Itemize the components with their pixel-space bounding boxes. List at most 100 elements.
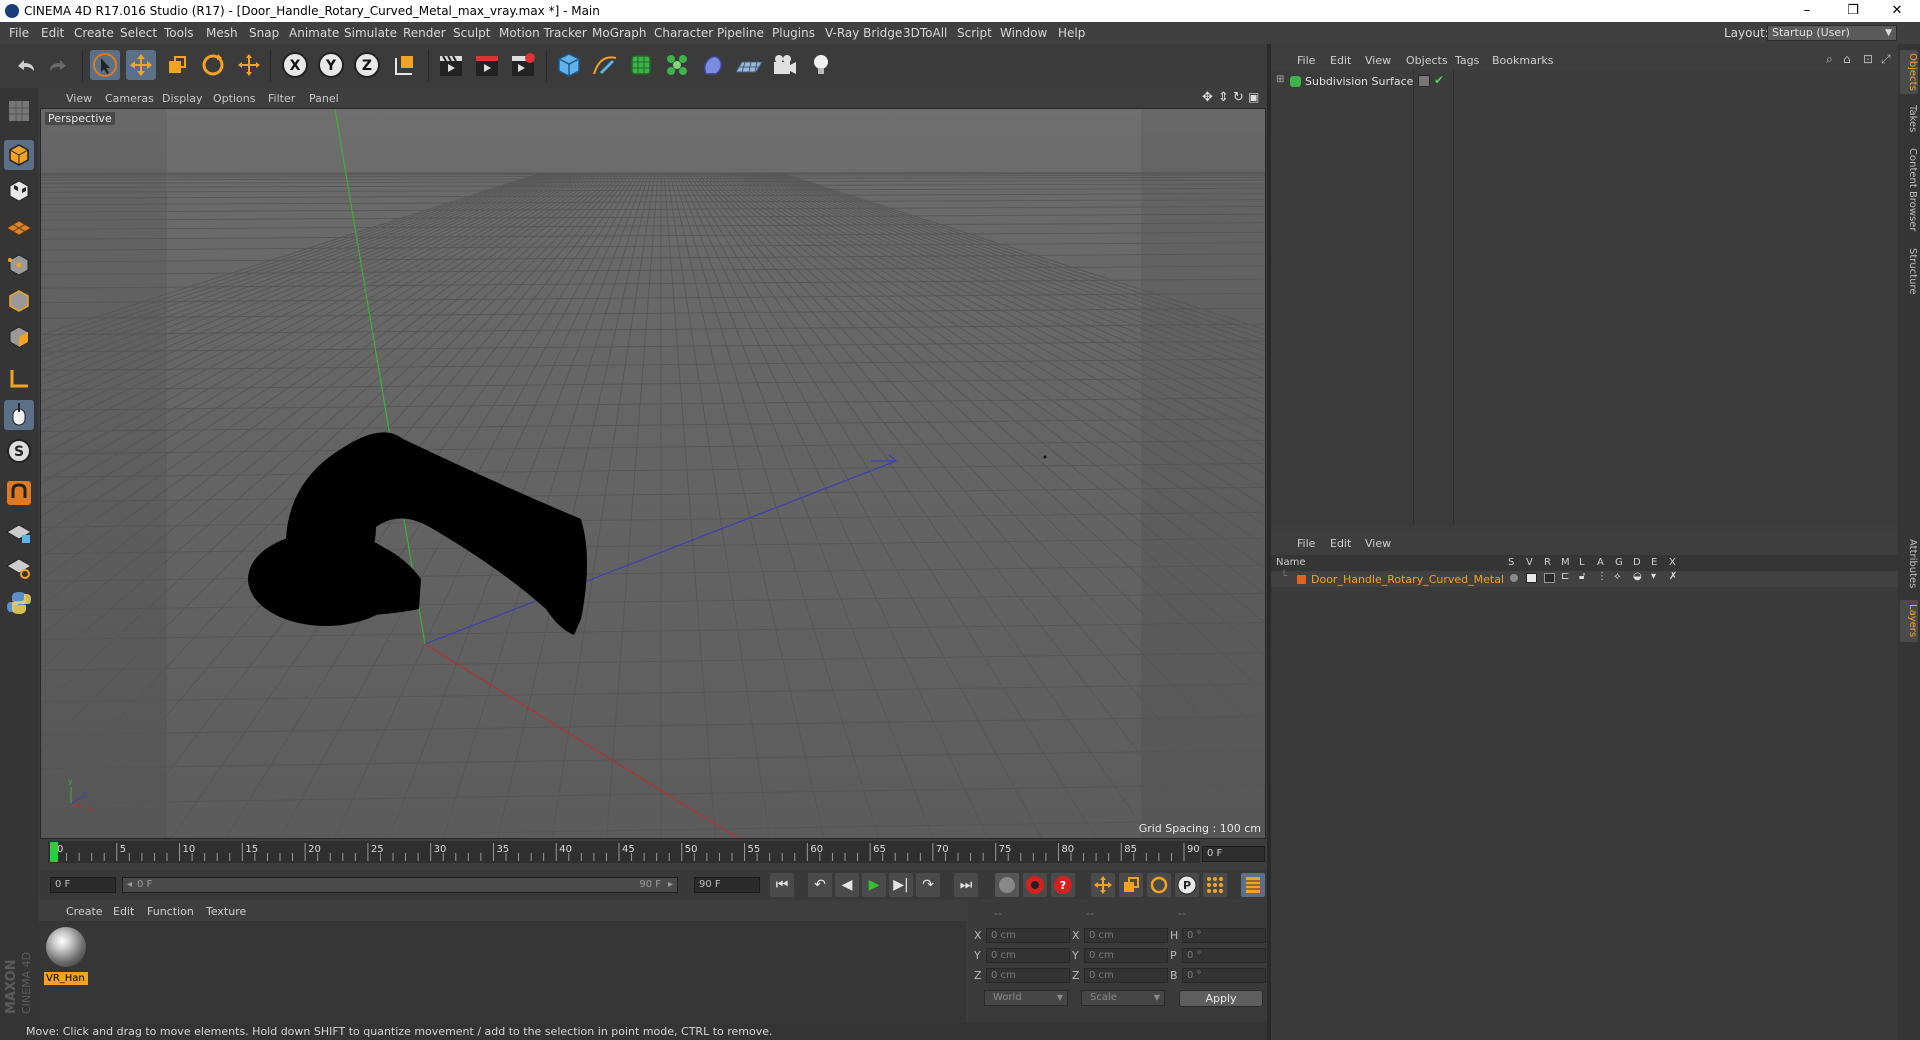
menu-character[interactable]: Character [654, 26, 713, 40]
menu-sculpt[interactable]: Sculpt [453, 26, 490, 40]
menu-motion-tracker[interactable]: Motion Tracker [499, 26, 587, 40]
key-scale-icon[interactable] [1119, 873, 1143, 897]
range-slider-left-arrow[interactable]: ◂ [127, 878, 132, 892]
mograph-cloner-icon[interactable] [662, 50, 692, 80]
apply-button[interactable]: Apply [1179, 990, 1263, 1007]
key-parameter-icon[interactable]: P [1175, 873, 1199, 897]
object-menu-view[interactable]: View [1365, 54, 1391, 67]
object-menu-objects[interactable]: Objects [1406, 54, 1448, 67]
record-active-objects-icon[interactable] [1023, 873, 1047, 897]
edit-render-settings-icon[interactable] [508, 50, 538, 80]
layer-col-expressions[interactable]: E [1651, 557, 1657, 568]
layer-manager-icon[interactable]: ⊏ [1561, 571, 1569, 582]
menu-mograph[interactable]: MoGraph [592, 26, 647, 40]
layer-expression-icon[interactable]: ▾ [1651, 571, 1656, 582]
object-menu-file[interactable]: File [1297, 54, 1315, 67]
menu-help[interactable]: Help [1058, 26, 1085, 40]
menu-plugins[interactable]: Plugins [772, 26, 815, 40]
coord-size-z-field[interactable]: 0 cm [1084, 968, 1168, 983]
layer-view-eye-icon[interactable] [1526, 573, 1537, 583]
key-rotation-icon[interactable] [1147, 873, 1171, 897]
viewport-menu-filter[interactable]: Filter [268, 92, 295, 105]
x-axis-lock-icon[interactable]: X [280, 50, 310, 80]
menu-window[interactable]: Window [1000, 26, 1047, 40]
coord-rot-p-field[interactable]: 0 ° [1182, 948, 1266, 963]
3d-viewport[interactable]: y x z Perspective Grid Spacing : 100 cm [40, 108, 1266, 839]
world-coordinates-icon[interactable] [390, 50, 420, 80]
new-view-icon[interactable]: ⊡ [1863, 52, 1873, 66]
texture-mode-icon[interactable] [4, 176, 34, 206]
menu-snap[interactable]: Snap [249, 26, 279, 40]
viewport-menu-panel[interactable]: Panel [309, 92, 339, 105]
z-axis-lock-icon[interactable]: Z [352, 50, 382, 80]
subdivision-icon[interactable] [626, 50, 656, 80]
viewport-scene[interactable]: y x z [41, 109, 1266, 839]
coord-pos-x-field[interactable]: 0 cm [986, 928, 1070, 943]
viewport-menu-display[interactable]: Display [162, 92, 203, 105]
magnet-snap-icon[interactable] [4, 478, 34, 508]
layer-menu-edit[interactable]: Edit [1330, 537, 1351, 550]
coord-size-y-field[interactable]: 0 cm [1084, 948, 1168, 963]
key-pla-icon[interactable] [1203, 873, 1227, 897]
layer-col-manager[interactable]: M [1561, 557, 1570, 568]
layer-xref-icon[interactable]: ✗ [1669, 571, 1677, 582]
edges-mode-icon[interactable] [4, 286, 34, 316]
viewport-menu-view[interactable]: View [66, 92, 92, 105]
menu-edit[interactable]: Edit [41, 26, 64, 40]
layer-col-name[interactable]: Name [1276, 557, 1306, 568]
layer-generator-icon[interactable]: ⟡ [1614, 571, 1621, 582]
menu-3dtoall[interactable]: 3DToAll [903, 26, 947, 40]
viewport-menu-cameras[interactable]: Cameras [105, 92, 154, 105]
tab-layers[interactable]: Layers [1900, 600, 1918, 642]
layer-col-animation[interactable]: A [1597, 557, 1604, 568]
menu-vray-bridge[interactable]: V-Ray Bridge [825, 26, 902, 40]
minimize-button[interactable]: – [1784, 0, 1830, 22]
tab-structure[interactable]: Structure [1900, 244, 1918, 298]
layer-animation-icon[interactable]: ⋮ [1597, 571, 1607, 582]
deformer-icon[interactable] [698, 50, 728, 80]
polygons-mode-icon[interactable] [4, 322, 34, 352]
coord-pos-y-field[interactable]: 0 cm [986, 948, 1070, 963]
layout-dropdown[interactable]: Startup (User) ▼ [1767, 25, 1897, 41]
render-view-icon[interactable] [436, 50, 466, 80]
menu-script[interactable]: Script [957, 26, 992, 40]
autokeying-icon[interactable]: ? [1051, 873, 1075, 897]
make-editable-icon[interactable] [4, 96, 34, 126]
select-pointer-icon[interactable] [90, 50, 120, 80]
layer-col-generators[interactable]: G [1615, 557, 1623, 568]
object-menu-tags[interactable]: Tags [1455, 54, 1479, 67]
menu-simulate[interactable]: Simulate [344, 26, 397, 40]
timeline-window-icon[interactable] [1241, 873, 1265, 897]
material-menu-edit[interactable]: Edit [113, 905, 134, 918]
layer-tag-icon[interactable] [1418, 75, 1430, 87]
timeline-playhead[interactable] [50, 842, 58, 862]
viewport-menu-options[interactable]: Options [213, 92, 255, 105]
object-menu-edit[interactable]: Edit [1330, 54, 1351, 67]
layer-render-clapper-icon[interactable] [1544, 573, 1555, 583]
play-forwards-button[interactable]: ▶ [862, 873, 886, 897]
layer-name[interactable]: Door_Handle_Rotary_Curved_Metal [1311, 573, 1504, 586]
rotate-icon[interactable] [198, 50, 228, 80]
start-frame-field[interactable]: 0 F [50, 877, 116, 893]
undo-icon[interactable] [10, 50, 40, 80]
light-icon[interactable] [806, 50, 836, 80]
record-keyframe-icon[interactable] [995, 873, 1019, 897]
object-name[interactable]: Subdivision Surface [1305, 75, 1413, 88]
restore-button[interactable]: ❐ [1830, 0, 1876, 22]
end-frame-field[interactable]: 90 F [694, 877, 760, 893]
move-icon[interactable] [126, 50, 156, 80]
pen-spline-icon[interactable] [590, 50, 620, 80]
expand-panel-icon[interactable]: ⤢ [1881, 52, 1891, 67]
timeline-ruler[interactable]: 0 5 10 15 20 25 30 35 40 45 50 55 60 65 70 75 80 85 90 [48, 841, 1200, 863]
viewport-rotate-icon[interactable]: ↻ [1233, 90, 1244, 105]
menu-tools[interactable]: Tools [164, 26, 194, 40]
camera-icon[interactable] [770, 50, 800, 80]
coord-size-x-field[interactable]: 0 cm [1084, 928, 1168, 943]
go-to-start-button[interactable]: ⏮ [770, 873, 794, 897]
layer-col-view[interactable]: V [1526, 557, 1533, 568]
home-icon[interactable]: ⌂ [1843, 52, 1851, 66]
tab-attributes[interactable]: Attributes [1900, 534, 1918, 594]
tab-objects[interactable]: Objects [1900, 50, 1918, 94]
layer-row[interactable]: └ Door_Handle_Rotary_Curved_Metal ⊏ 🔓︎ ⋮… [1271, 571, 1898, 587]
viewport-pan-icon[interactable]: ✥ [1202, 90, 1213, 105]
